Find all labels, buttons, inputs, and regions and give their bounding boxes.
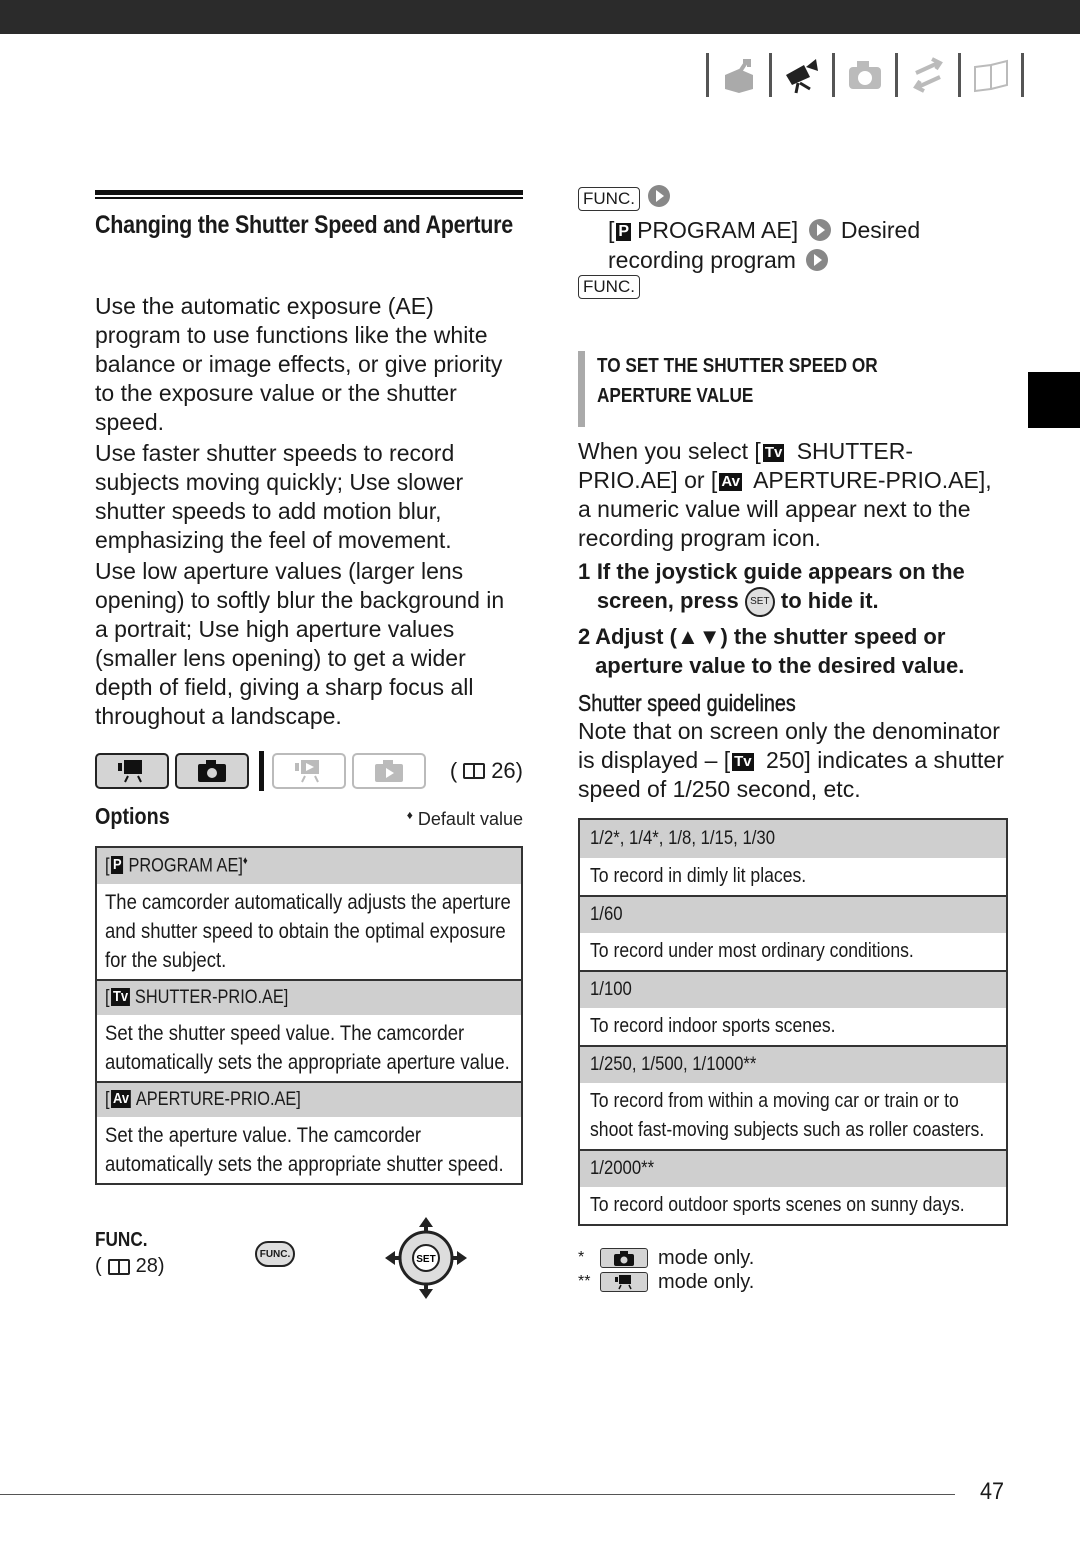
right-column: FUNC. [P PROGRAM AE] Desired recording pr… — [578, 185, 1008, 1294]
options-header: Options ♦ Default value — [95, 803, 523, 830]
photo-playback-icon — [352, 753, 426, 789]
steps-list: 1 If the joystick guide appears on the s… — [578, 557, 1008, 680]
tv-icon: Tv — [732, 753, 754, 772]
guideline-description: To record indoor sports scenes. — [580, 1008, 1006, 1046]
nav-divider — [958, 53, 961, 97]
top-bar — [0, 0, 1080, 34]
movie-playback-icon — [272, 753, 346, 789]
av-icon: Av — [111, 1090, 131, 1108]
chapter-tab — [1028, 372, 1080, 428]
func-operation: FUNC. (28) FUNC. SET — [95, 1217, 523, 1319]
option-description: The camcorder automatically adjusts the … — [97, 884, 521, 979]
paragraph: Use low aperture values (larger lens ope… — [95, 558, 505, 729]
options-table: [P PROGRAM AE]♦ The camcorder automatical… — [95, 846, 523, 1185]
paragraph: Use faster shutter speeds to record subj… — [95, 440, 464, 553]
menu-path-end: FUNC. — [578, 275, 1008, 305]
title-rule — [95, 197, 523, 199]
option-description: Set the aperture value. The camcorder au… — [97, 1117, 521, 1183]
func-label: FUNC. — [95, 1229, 148, 1251]
menu-path: [P PROGRAM AE] Desired recording program — [608, 217, 921, 273]
intro-text: Use the automatic exposure (AE) program … — [95, 292, 523, 731]
book-icon — [107, 1258, 130, 1275]
camera-icon — [600, 1248, 648, 1269]
options-title: Options — [95, 803, 170, 829]
guideline-description: To record in dimly lit places. — [580, 858, 1006, 896]
mode-indicators: (26) — [95, 751, 523, 791]
nav-divider — [769, 53, 772, 97]
subsection-bar — [578, 351, 585, 427]
page-reference[interactable]: (26) — [450, 758, 523, 784]
guideline-description: To record outdoor sports scenes on sunny… — [580, 1187, 1006, 1225]
guidelines-title: Shutter speed guidelines — [578, 690, 796, 717]
nav-divider — [895, 53, 898, 97]
nav-divider — [706, 53, 709, 97]
mode-divider — [259, 751, 264, 791]
diamond-icon: ♦ — [406, 808, 413, 822]
book-icon[interactable] — [967, 53, 1015, 97]
transfer-arrows-icon[interactable] — [904, 53, 952, 97]
guideline-speeds: 1/250, 1/500, 1/1000** — [580, 1045, 1006, 1084]
intro-text: When you select [Tv SHUTTER-PRIO.AE] or … — [578, 438, 992, 551]
guideline-speeds: 1/100 — [580, 970, 1006, 1009]
box-arrow-icon[interactable] — [715, 53, 763, 97]
footnote: * mode only. — [578, 1246, 755, 1269]
nav-divider — [1021, 53, 1024, 97]
guideline-speeds: 1/2000** — [580, 1149, 1006, 1188]
option-header: [Tv SHUTTER-PRIO.AE] — [97, 979, 521, 1015]
program-ae-icon: P — [616, 223, 632, 241]
menu-path-start: FUNC. — [578, 185, 1008, 215]
func-button-icon: FUNC. — [255, 1241, 295, 1267]
option-description: Set the shutter speed value. The camcord… — [97, 1015, 521, 1081]
option-header: [Av APERTURE-PRIO.AE] — [97, 1081, 521, 1117]
movie-mode-icon — [95, 753, 169, 789]
camera-icon[interactable] — [841, 53, 889, 97]
default-value-note: ♦ Default value — [406, 808, 523, 829]
footer-rule — [0, 1494, 955, 1495]
paragraph: Use the automatic exposure (AE) program … — [95, 293, 503, 435]
photo-mode-icon — [175, 753, 249, 789]
next-arrow-icon — [648, 185, 671, 207]
svg-text:SET: SET — [416, 1254, 435, 1265]
section-nav — [700, 50, 1030, 100]
subsection-title: To set the shutter speed or aperture val… — [597, 355, 878, 407]
joystick-icon: SET — [385, 1217, 467, 1299]
footnote: ** mode only. — [578, 1270, 755, 1293]
guideline-speeds: 1/2*, 1/4*, 1/8, 1/15, 1/30 — [580, 820, 1006, 859]
set-button-icon: SET — [744, 587, 775, 618]
guideline-description: To record under most ordinary conditions… — [580, 933, 1006, 971]
default-marker: ♦ — [242, 854, 248, 867]
func-chip: FUNC. — [578, 187, 640, 211]
program-ae-icon: P — [111, 856, 124, 875]
footnotes: * mode only. ** mode only. — [578, 1246, 1008, 1294]
movie-camera-icon — [600, 1272, 648, 1293]
title-rule — [95, 190, 523, 195]
next-arrow-icon — [806, 249, 829, 271]
page-number: 47 — [980, 1478, 1005, 1505]
guideline-description: To record from within a moving car or tr… — [580, 1083, 1006, 1150]
av-icon: Av — [719, 473, 742, 491]
guideline-speeds: 1/60 — [580, 895, 1006, 934]
func-chip: FUNC. — [578, 275, 640, 299]
book-icon — [463, 763, 486, 779]
left-column: Changing the Shutter Speed and Aperture … — [95, 190, 523, 1319]
page-title: Changing the Shutter Speed and Aperture — [95, 211, 513, 239]
next-arrow-icon — [808, 219, 831, 241]
nav-divider — [832, 53, 835, 97]
page-reference[interactable]: (28) — [95, 1255, 165, 1278]
tv-icon: Tv — [762, 444, 785, 462]
subsection-header: To set the shutter speed or aperture val… — [578, 351, 1008, 427]
guidelines-note: Note that on screen only the denominator… — [578, 718, 1004, 803]
guidelines-table: 1/2*, 1/4*, 1/8, 1/15, 1/30 To record in… — [578, 818, 1008, 1227]
option-header: [P PROGRAM AE]♦ — [97, 848, 521, 884]
tv-icon: Tv — [111, 988, 130, 1006]
movie-camera-icon[interactable] — [778, 53, 826, 97]
step-item: 2 Adjust (▲▼) the shutter speed or apert… — [578, 624, 965, 679]
step-item: 1 If the joystick guide appears on the s… — [578, 557, 1008, 618]
